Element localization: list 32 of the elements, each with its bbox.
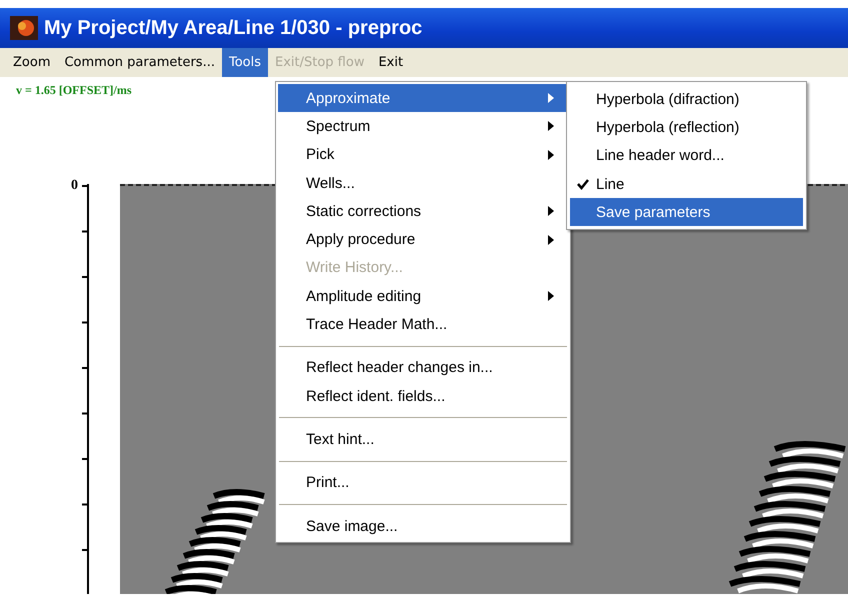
submenu-arrow-icon (548, 121, 554, 132)
submenu-arrow-icon (548, 150, 554, 160)
menu-bar-item[interactable]: Exit (371, 48, 410, 77)
menu-item[interactable]: Save parameters (570, 198, 803, 226)
menu-item[interactable]: Line header word... (570, 142, 803, 170)
menu-item[interactable]: Print... (278, 468, 568, 497)
menu-item[interactable]: Line (570, 170, 803, 198)
menu-item[interactable]: Text hint... (278, 425, 568, 454)
submenu-arrow-icon (548, 291, 554, 302)
submenu-arrow-icon (548, 234, 554, 245)
menu-item[interactable]: Save image... (278, 512, 568, 540)
menu-item[interactable]: Wells... (278, 168, 568, 198)
menu-item[interactable]: Trace Header Math... (278, 310, 568, 339)
menu-item[interactable]: Spectrum (278, 112, 568, 141)
menu-bar-item[interactable]: Common parameters... (57, 48, 222, 77)
menu-bar-item[interactable]: Zoom (6, 48, 58, 77)
window-title: My Project/My Area/Line 1/030 - preproc (44, 16, 422, 40)
submenu-arrow-icon (548, 206, 554, 216)
menu-item[interactable]: Hyperbola (reflection) (570, 113, 803, 142)
menu-item[interactable]: Amplitude editing (278, 282, 568, 310)
menu-item[interactable]: Reflect ident. fields... (278, 382, 568, 410)
menu-item[interactable]: Static corrections (278, 197, 568, 226)
menu-item[interactable]: Pick (278, 140, 568, 169)
velocity-label: v = 1.65 [OFFSET]/ms (15, 82, 133, 98)
menu-item[interactable]: Reflect header changes in... (278, 354, 568, 382)
axis-tick-label: 0 (71, 180, 78, 192)
menu-item[interactable]: Apply procedure (278, 225, 568, 254)
submenu-arrow-icon (548, 93, 554, 104)
menu-item[interactable]: Approximate (278, 84, 568, 112)
menu-bar-item[interactable]: Tools (222, 48, 268, 77)
menu-item[interactable]: Hyperbola (difraction) (570, 85, 803, 114)
app-icon (10, 16, 38, 40)
